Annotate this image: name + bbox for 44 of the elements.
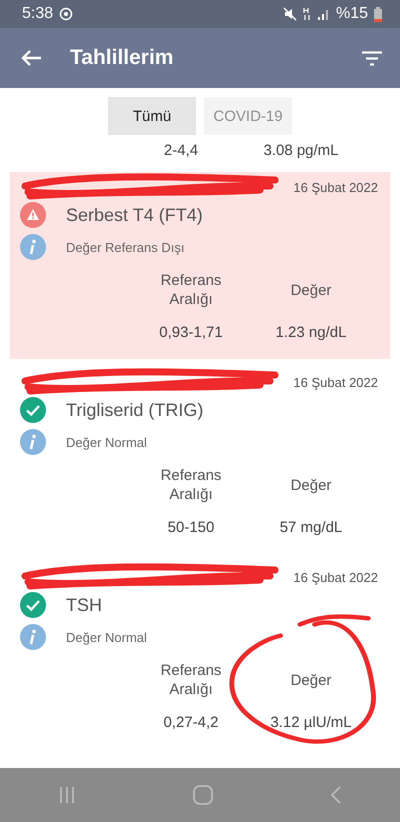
- back-arrow-icon[interactable]: [20, 49, 42, 67]
- check-icon: [20, 592, 46, 618]
- test-name: TSH: [66, 594, 102, 616]
- result-card[interactable]: 16 Şubat 2022 Serbest T4 (FT4) Değer Referans Dışı Referans Aralığı Değer 0,93-1,71 1.23 ng/dL: [10, 172, 390, 359]
- battery-icon: [374, 6, 382, 22]
- result-value: 57 mg/dL: [278, 519, 344, 536]
- range-value: 0,27-4,2: [162, 714, 220, 731]
- range-value: 2-4,4: [162, 142, 200, 159]
- sync-icon: [59, 7, 74, 21]
- test-name: Trigliserid (TRIG): [66, 400, 204, 420]
- check-icon: [20, 397, 46, 423]
- data-icon: [302, 7, 312, 21]
- result-date: 16 Şubat 2022: [293, 374, 378, 390]
- mute-icon: [282, 7, 297, 21]
- column-header: Referans Aralığı: [160, 271, 222, 309]
- recent-apps-icon[interactable]: [58, 786, 76, 804]
- result-date: 16 Şubat 2022: [293, 180, 378, 194]
- clock-time: 5:38: [22, 5, 54, 23]
- home-icon[interactable]: [192, 785, 213, 805]
- battery-level: %15: [336, 5, 368, 23]
- result-value: 3.12 µlU/mL: [269, 714, 353, 731]
- result-date: 16 Şubat 2022: [293, 570, 378, 584]
- column-header: Referans Aralığı: [160, 661, 222, 699]
- column-header: Değer: [290, 476, 332, 494]
- status-note: Değer Normal: [66, 630, 147, 644]
- info-icon: [20, 624, 46, 650]
- column-header: Referans Aralığı: [160, 466, 222, 504]
- column-header: Değer: [290, 280, 332, 300]
- signal-icon: [318, 8, 330, 20]
- column-header: Değer: [290, 670, 332, 690]
- test-name: Serbest T4 (FT4): [66, 204, 203, 226]
- status-note: Değer Referans Dışı: [66, 240, 184, 254]
- info-icon: [20, 234, 46, 260]
- info-icon: [20, 429, 46, 455]
- result-value: 1.23 ng/dL: [274, 324, 348, 341]
- page-title: Tahlillerim: [70, 46, 174, 70]
- range-value: 0,93-1,71: [158, 324, 224, 341]
- back-icon[interactable]: [330, 785, 342, 805]
- warning-icon: [20, 202, 46, 228]
- result-value: 3.08 pg/mL: [262, 142, 340, 159]
- status-note: Değer Normal: [66, 434, 147, 450]
- filter-icon[interactable]: [362, 50, 382, 66]
- range-value: 50-150: [166, 519, 216, 536]
- filter-tab[interactable]: Tümü: [108, 97, 196, 135]
